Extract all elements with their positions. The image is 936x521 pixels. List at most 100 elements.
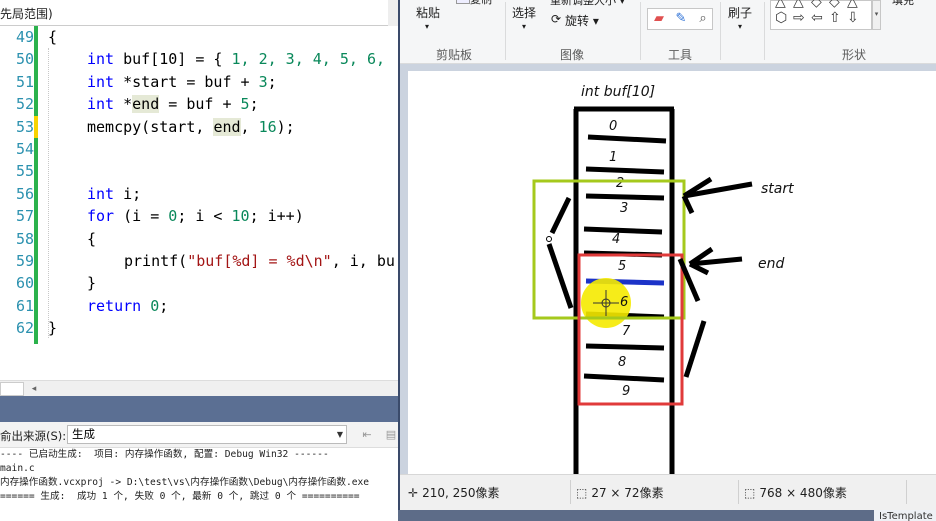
image-size-icon: ⬚ [744,486,756,500]
shapes-scroll-icon[interactable]: ▾ [872,0,881,30]
bracket-stroke [546,243,574,309]
copy-button[interactable]: 复制 [470,0,492,7]
clear-output-icon[interactable]: ▤ [382,426,398,444]
scope-tab-bar: 先局范围) [0,0,398,26]
code-line: int *start = buf + 3; [87,72,277,91]
unsaved-change-marker [34,115,38,138]
tab-scroll-button[interactable] [388,0,398,26]
cell-index-label: 8 [618,355,626,370]
paste-button[interactable]: 粘贴 [416,4,440,21]
code-line: memcpy(start, end, 16); [87,117,295,136]
ribbon-separator [720,2,721,60]
line-number: 51 [15,72,34,91]
code-line: { [87,229,97,248]
code-editor[interactable]: 49 50 51 52 53 54 55 56 57 58 59 60 61 6… [0,26,398,380]
resize-button[interactable]: 重新调整大小 ▾ [550,0,625,8]
output-line: 内存操作函数.vcxproj -> D:\test\vs\内存操作函数\Debu… [0,477,370,488]
brush-dropdown-icon[interactable]: ▾ [738,22,742,31]
drawing-canvas[interactable]: int buf[10] 0 1 2 3 4 5 6 7 8 9 start en… [408,71,936,474]
line-number: 56 [15,184,34,203]
shapes-gallery[interactable]: △ △ ◇ ◇ △ ⬡ ⇨ ⇦ ⇧ ⇩ [770,0,872,30]
shape-icon[interactable]: ⇩ [847,11,859,25]
paste-dropdown-icon[interactable]: ▾ [425,22,429,31]
cell-index-label: 1 [609,150,617,165]
clipboard-group-label: 剪贴板 [436,48,473,62]
cell-index-label: 2 [616,176,624,191]
shape-icon[interactable]: ⬡ [775,11,787,25]
line-number: 55 [15,162,34,181]
selection-size-icon: ⬚ [576,486,588,500]
cell-divider [583,373,665,383]
copy-icon[interactable] [456,0,470,4]
eraser-icon[interactable]: ▰ [650,11,668,27]
cursor-position: ✛ 210, 250像素 [408,486,500,500]
line-number: 49 [15,28,34,46]
shape-icon[interactable]: ◇ [811,0,822,9]
image-size: ⬚ 768 × 480像素 [744,486,847,500]
horizontal-scrollbar[interactable]: ◂ [0,380,398,396]
rotate-icon: ⟳ [551,12,562,26]
shape-icon[interactable]: ⇦ [811,11,823,25]
line-number: 59 [15,252,34,270]
cell-index-label: 9 [622,384,630,399]
output-line: ---- 已启动生成: 项目: 内存操作函数, 配置: Debug Win32 … [0,449,329,460]
rotate-button[interactable]: 旋转 ▾ [565,12,599,29]
status-separator [738,480,739,504]
shape-icon[interactable]: △ [847,0,858,9]
line-number: 62 [15,319,34,338]
code-line: { [48,28,58,46]
cell-divider [585,166,665,175]
scope-tab-label[interactable]: 先局范围) [0,5,53,22]
find-message-icon[interactable]: ⇤ [358,426,376,444]
color-picker-icon[interactable]: ✎ [672,11,690,27]
output-source-label: 俞出来源(S): [0,429,67,443]
line-number: 57 [15,207,34,226]
paint-statusbar: ✛ 210, 250像素 ⬚ 27 × 72像素 ⬚ 768 × 480像素 [400,474,936,510]
select-button[interactable]: 选择 [512,4,536,21]
cell-divider [585,343,665,351]
bracket-stroke [683,320,707,378]
scroll-left-arrow-icon[interactable]: ◂ [28,382,40,396]
change-indicator-bar [34,26,38,344]
output-panel: 俞出来源(S): 生成 ▼ ⇤ ▤ ---- 已启动生成: 项目: 内存操作函数… [0,396,398,521]
shape-icon[interactable]: ⇧ [829,11,841,25]
line-number: 60 [15,274,34,293]
status-separator [906,480,907,504]
paint-ribbon: 复制 粘贴 ▾ 剪贴板 选择 ▾ 重新调整大小 ▾ ⟳ 旋转 ▾ 图像 ▰ ✎ … [400,0,936,64]
tools-group-label: 工具 [668,48,693,62]
output-text[interactable]: ---- 已启动生成: 项目: 内存操作函数, 配置: Debug Win32 … [0,448,398,521]
ribbon-separator [505,2,506,60]
cell-divider [583,226,663,235]
canvas-area: int buf[10] 0 1 2 3 4 5 6 7 8 9 start en… [400,64,936,474]
desktop: { "editor": { "tab_fragment": "先局范围)", "… [0,0,936,521]
line-number: 58 [15,229,34,248]
output-source-value: 生成 [72,427,95,441]
fill-button[interactable]: 填充 [892,0,914,8]
dropdown-arrow-icon: ▼ [336,430,343,439]
cell-index-label: 6 [620,295,628,310]
magnifier-icon[interactable]: ⌕ [694,11,712,27]
zoom-level-select[interactable] [0,382,24,396]
taskbar-window-label[interactable]: IsTemplate [874,510,936,521]
ribbon-separator [764,2,765,60]
end-pointer-label: end [758,256,784,272]
cell-index-label: 4 [612,232,620,247]
cell-index-label: 0 [609,119,617,134]
cell-divider [585,193,665,201]
shape-icon[interactable]: △ [775,0,786,9]
code-line: } [87,274,97,293]
shape-icon[interactable]: ◇ [829,0,840,9]
select-dropdown-icon[interactable]: ▾ [522,22,526,31]
brush-button[interactable]: 刷子 [728,4,752,21]
shapes-group-label: 形状 [842,48,867,62]
shape-icon[interactable]: ⇨ [793,11,805,25]
cell-index-label: 5 [618,259,626,274]
shape-icon[interactable]: △ [793,0,804,9]
code-line: printf("buf[%d] = %d\n", i, bu [124,252,395,270]
line-number: 54 [15,140,34,158]
line-number: 50 [15,50,34,69]
code-text: { int buf[10] = { 1, 2, 3, 4, 5, 6, int … [42,26,398,380]
output-line: ====== 生成: 成功 1 个, 失败 0 个, 最新 0 个, 跳过 0 … [0,491,360,502]
output-source-select[interactable]: 生成 ▼ [67,425,347,444]
bracket-stroke [549,196,572,235]
